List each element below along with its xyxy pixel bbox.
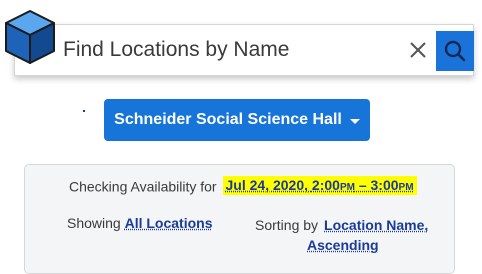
sort-direction-link[interactable]: Ascending	[307, 235, 379, 255]
stray-dot	[83, 110, 85, 112]
close-icon	[410, 42, 426, 58]
availability-panel: Checking Availability for Jul 24, 2020, …	[24, 164, 455, 274]
showing-label: Showing	[67, 215, 121, 231]
search-bar	[14, 24, 474, 76]
checking-availability-label: Checking Availability for	[69, 178, 217, 195]
showing-filter-link[interactable]: All Locations	[125, 215, 213, 231]
search-input[interactable]	[61, 25, 403, 75]
start-time: 2:00	[311, 177, 340, 193]
checking-availability-line: Checking Availability for Jul 24, 2020, …	[69, 176, 417, 195]
sorting-label: Sorting by	[255, 217, 319, 233]
date-time-link[interactable]: Jul 24, 2020, 2:00PM – 3:00PM	[222, 176, 417, 195]
building-dropdown-label: Schneider Social Science Hall	[114, 111, 342, 128]
time-separator: –	[358, 177, 367, 193]
showing-line: Showing All Locations	[67, 215, 213, 231]
start-time-suffix: PM	[339, 182, 355, 193]
building-dropdown[interactable]: Schneider Social Science Hall	[104, 99, 370, 141]
end-time-suffix: PM	[398, 182, 414, 193]
cube-logo-icon	[5, 10, 55, 64]
caret-down-icon	[349, 118, 360, 124]
search-button[interactable]	[436, 31, 474, 71]
date-text: Jul 24, 2020,	[225, 177, 309, 193]
end-time: 3:00	[370, 177, 399, 193]
search-icon	[444, 40, 466, 62]
clear-search-button[interactable]	[405, 37, 431, 63]
sort-order-link[interactable]: Location Name,	[324, 217, 428, 233]
sorting-line: Sorting by Location Name, Ascending	[255, 215, 428, 253]
